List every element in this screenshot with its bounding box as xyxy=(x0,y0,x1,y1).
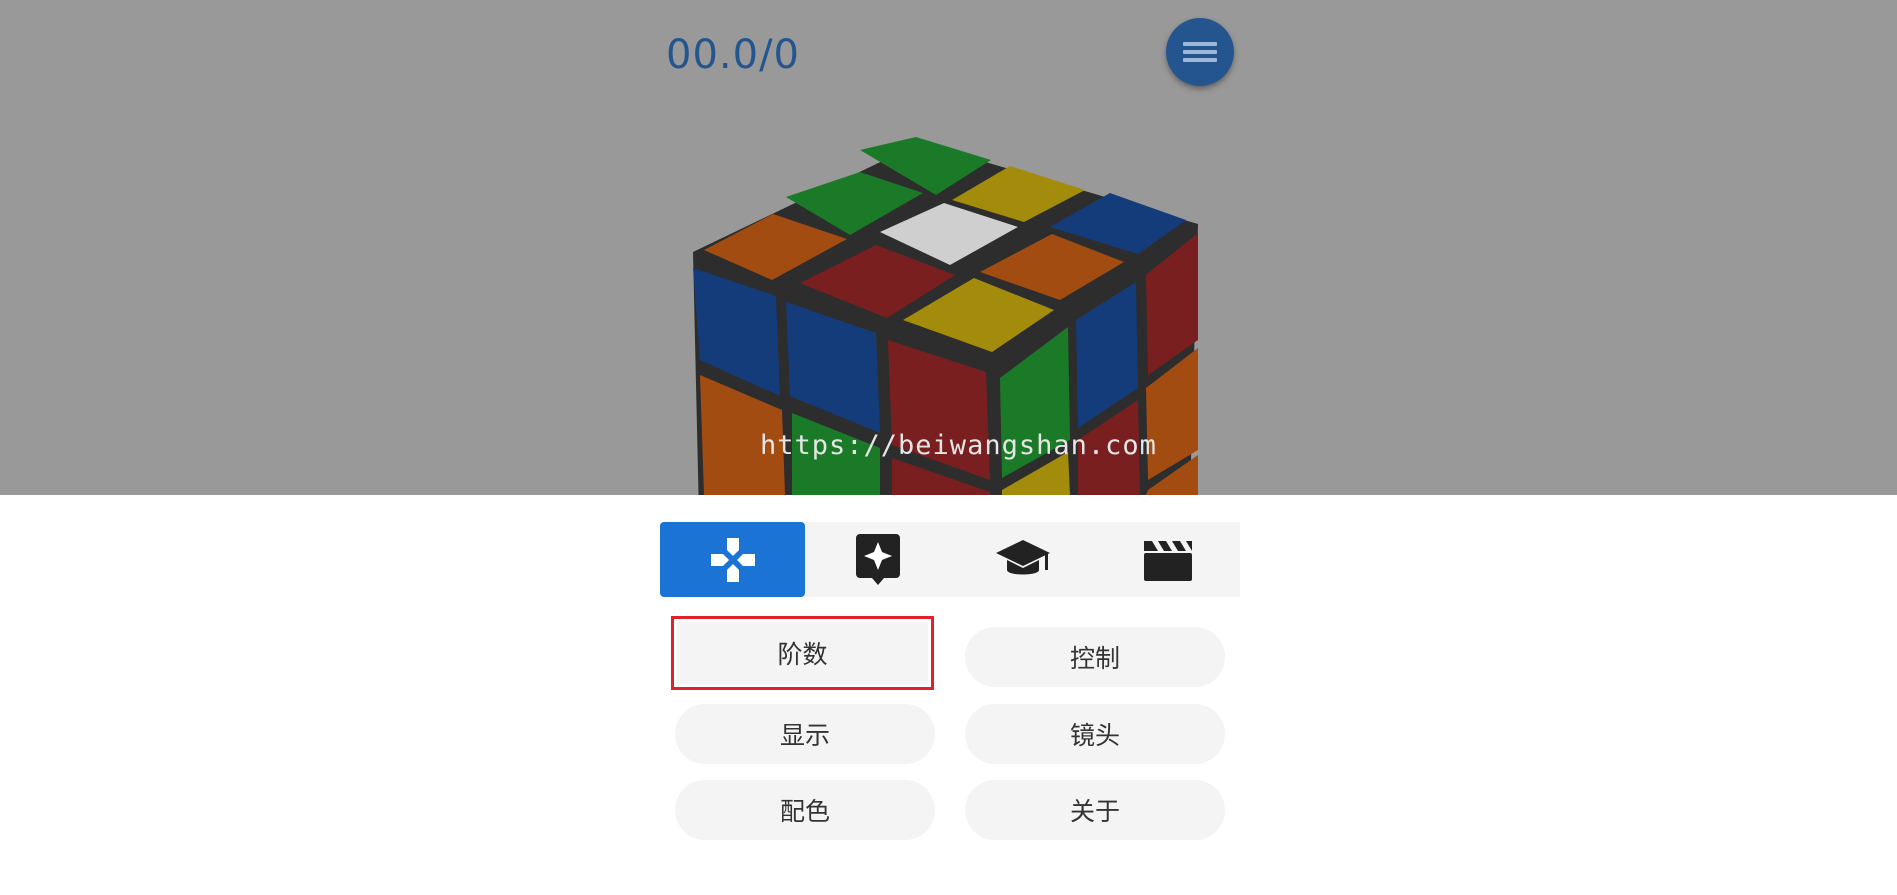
clapperboard-icon xyxy=(1143,540,1192,581)
order-button[interactable]: 阶数 xyxy=(671,616,934,690)
bottom-panel: 阶数 控制 显示 镜头 配色 关于 xyxy=(0,495,1897,895)
rubiks-cube[interactable] xyxy=(0,0,1897,495)
gamepad-icon xyxy=(710,537,755,582)
cube-viewport[interactable]: 00.0/0 https://beiwangshan.com xyxy=(0,0,1897,495)
menu-button[interactable] xyxy=(1166,18,1234,86)
control-button[interactable]: 控制 xyxy=(965,627,1225,687)
graduation-cap-icon xyxy=(995,539,1050,574)
tab-replay[interactable] xyxy=(1095,522,1240,597)
display-button[interactable]: 显示 xyxy=(675,704,935,764)
sparkle-chat-icon xyxy=(855,533,900,585)
tab-play[interactable] xyxy=(660,522,805,597)
about-button[interactable]: 关于 xyxy=(965,780,1225,840)
watermark-text: https://beiwangshan.com xyxy=(760,430,1157,461)
tab-ai-solve[interactable] xyxy=(805,522,950,597)
move-timer: 00.0/0 xyxy=(666,32,800,78)
tab-bar xyxy=(660,522,1240,597)
colors-button[interactable]: 配色 xyxy=(675,780,935,840)
camera-button[interactable]: 镜头 xyxy=(965,704,1225,764)
tab-learn[interactable] xyxy=(950,522,1095,597)
hamburger-icon xyxy=(1183,42,1217,62)
